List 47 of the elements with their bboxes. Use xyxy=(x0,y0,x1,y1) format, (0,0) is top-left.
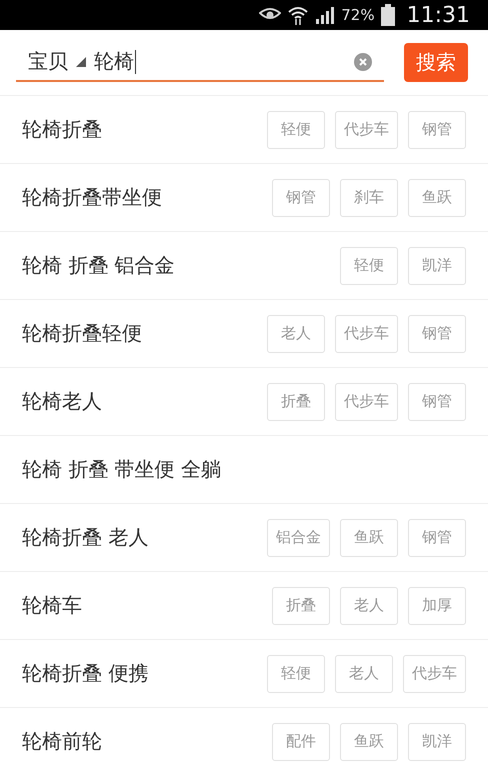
suggestion-item[interactable]: 轮椅折叠带坐便 xyxy=(22,184,272,211)
scope-selector[interactable]: 宝贝 xyxy=(28,48,68,75)
tag-chip[interactable]: 鱼跃 xyxy=(408,178,466,216)
search-input[interactable]: 轮椅 xyxy=(94,48,346,75)
tag-chip[interactable]: 折叠 xyxy=(267,382,325,420)
search-field[interactable]: 宝贝 轮椅 xyxy=(16,44,384,82)
tag-chip[interactable]: 加厚 xyxy=(408,586,466,624)
suggestion-item[interactable]: 轮椅车 xyxy=(22,592,272,619)
suggestion-item[interactable]: 轮椅老人 xyxy=(22,388,267,415)
signal-icon xyxy=(315,6,336,24)
tag-chip[interactable]: 配件 xyxy=(272,722,330,760)
tag-chip[interactable]: 鱼跃 xyxy=(340,722,398,760)
suggestion-item[interactable]: 轮椅 折叠 带坐便 全躺 xyxy=(22,456,466,483)
tag-chip[interactable]: 钢管 xyxy=(408,314,466,352)
tag-chip[interactable]: 凯洋 xyxy=(408,246,466,284)
suggestion-item[interactable]: 轮椅前轮 xyxy=(22,728,272,755)
wifi-icon xyxy=(287,5,310,25)
tag-chip[interactable]: 代步车 xyxy=(335,382,398,420)
tag-chip[interactable]: 老人 xyxy=(335,654,393,692)
clear-icon[interactable] xyxy=(354,52,372,70)
suggestion-item[interactable]: 轮椅折叠 老人 xyxy=(22,524,267,551)
tag-chip[interactable]: 钢管 xyxy=(408,518,466,556)
tag-chip[interactable]: 钢管 xyxy=(408,110,466,148)
tag-chip[interactable]: 铝合金 xyxy=(267,518,330,556)
tag-chip[interactable]: 轻便 xyxy=(267,654,325,692)
tag-chip[interactable]: 代步车 xyxy=(335,110,398,148)
tag-chip[interactable]: 老人 xyxy=(267,314,325,352)
tag-chip[interactable]: 刹车 xyxy=(340,178,398,216)
battery-icon xyxy=(380,4,395,26)
search-button[interactable]: 搜索 xyxy=(404,43,468,82)
suggestion-item[interactable]: 轮椅折叠轻便 xyxy=(22,320,267,347)
tag-chip[interactable]: 代步车 xyxy=(403,654,466,692)
suggestion-item[interactable]: 轮椅折叠 便携 xyxy=(22,660,267,687)
clock: 11:31 xyxy=(406,2,470,28)
dropdown-icon[interactable] xyxy=(76,56,86,66)
tag-chip[interactable]: 钢管 xyxy=(272,178,330,216)
tag-chip[interactable]: 轻便 xyxy=(340,246,398,284)
battery-percent: 72% xyxy=(341,6,375,24)
suggestion-item[interactable]: 轮椅折叠 xyxy=(22,116,267,143)
tag-chip[interactable]: 凯洋 xyxy=(408,722,466,760)
tag-chip[interactable]: 轻便 xyxy=(267,110,325,148)
tag-chip[interactable]: 代步车 xyxy=(335,314,398,352)
tag-chip[interactable]: 鱼跃 xyxy=(340,518,398,556)
suggestion-item[interactable]: 轮椅 折叠 铝合金 xyxy=(22,252,340,279)
tag-chip[interactable]: 老人 xyxy=(340,586,398,624)
tag-chip[interactable]: 折叠 xyxy=(272,586,330,624)
tag-chip[interactable]: 钢管 xyxy=(408,382,466,420)
